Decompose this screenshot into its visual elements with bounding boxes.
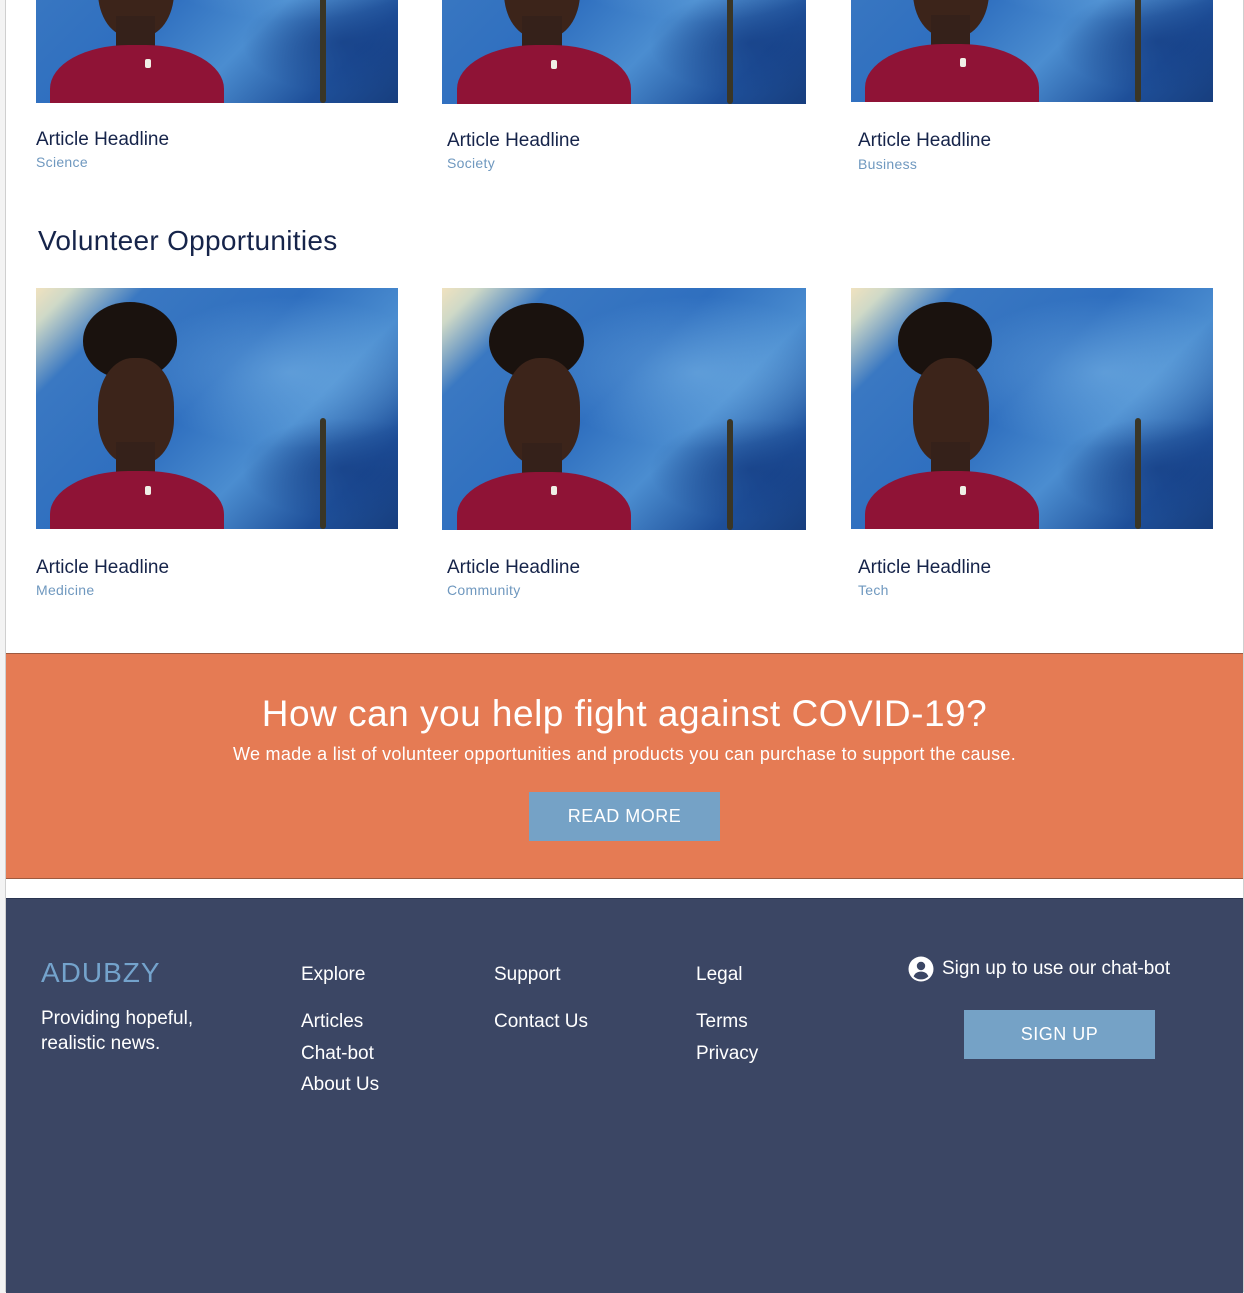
account-circle-icon [908,956,934,982]
article-image[interactable] [851,0,1213,102]
footer-logo[interactable]: ADUBZY [41,957,161,989]
footer-heading-explore: Explore [301,964,366,985]
article-category[interactable]: Tech [858,582,889,598]
article-category[interactable]: Science [36,154,88,170]
article-category[interactable]: Business [858,156,917,172]
article-headline[interactable]: Article Headline [447,130,580,152]
footer-link-privacy[interactable]: Privacy [696,1043,758,1065]
cta-subtitle: We made a list of volunteer opportunitie… [232,744,1017,764]
chatbot-signup-prompt: Sign up to use our chat-bot [908,956,1170,982]
article-category[interactable]: Medicine [36,582,94,598]
page: Article Headline Science Article Headlin… [5,0,1244,1293]
article-image[interactable] [442,288,806,530]
footer-link-chat-bot[interactable]: Chat-bot [301,1043,374,1065]
article-headline[interactable]: Article Headline [36,129,169,151]
footer-heading-support: Support [494,964,561,985]
sign-up-button[interactable]: SIGN UP [964,1010,1155,1059]
footer-heading-legal: Legal [696,964,743,985]
article-headline[interactable]: Article Headline [858,557,991,579]
article-headline[interactable]: Article Headline [447,557,580,579]
footer: ADUBZY Providing hopeful, realistic news… [6,898,1243,1293]
footer-link-contact-us[interactable]: Contact Us [494,1011,588,1033]
article-headline[interactable]: Article Headline [858,130,991,152]
footer-tagline: Providing hopeful, realistic news. [41,1008,194,1054]
article-image[interactable] [851,288,1213,529]
cta-title: How can you help fight against COVID-19? [261,693,988,734]
covid-cta-banner: How can you help fight against COVID-19?… [6,653,1243,879]
section-title: Volunteer Opportunities [38,225,338,256]
article-image[interactable] [442,0,806,104]
footer-link-about-us[interactable]: About Us [301,1074,379,1096]
article-category[interactable]: Community [447,582,521,598]
article-image[interactable] [36,0,398,103]
chatbot-signup-text: Sign up to use our chat-bot [942,958,1171,979]
article-image[interactable] [36,288,398,529]
article-category[interactable]: Society [447,155,495,171]
footer-link-terms[interactable]: Terms [696,1011,748,1033]
read-more-button[interactable]: READ MORE [529,792,720,841]
article-headline[interactable]: Article Headline [36,557,169,579]
footer-link-articles[interactable]: Articles [301,1011,363,1033]
